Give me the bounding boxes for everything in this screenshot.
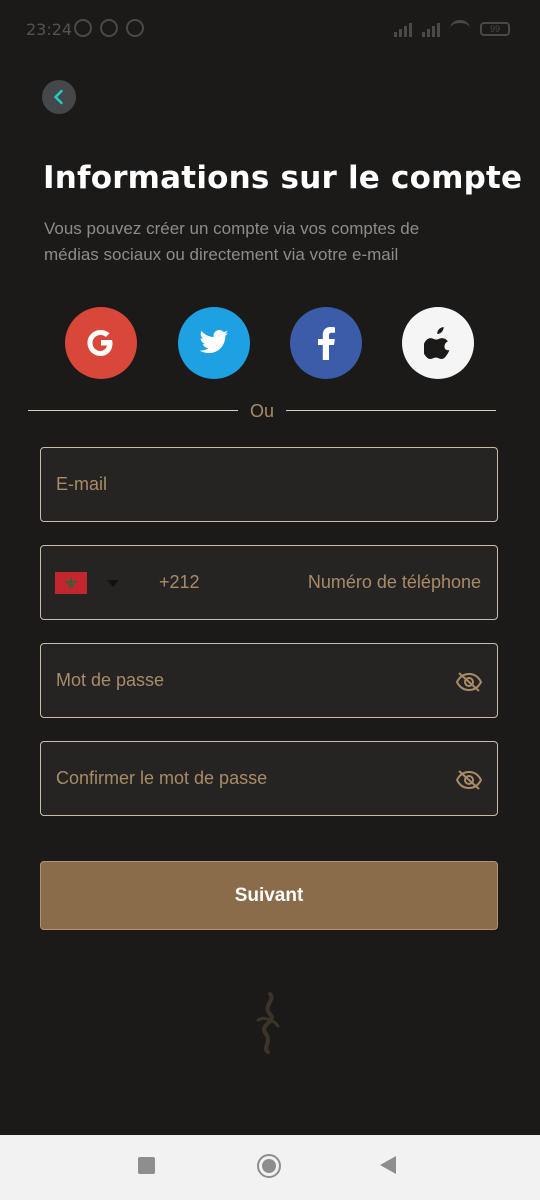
system-icons: 99 [394,20,510,37]
confirm-password-placeholder: Confirmer le mot de passe [56,768,268,788]
confirm-password-field[interactable]: Confirmer le mot de passe [40,741,498,816]
brand-logo-icon [256,992,280,1054]
page-subtitle: Vous pouvez créer un compte via vos comp… [44,219,420,264]
apple-login-button[interactable] [402,307,474,379]
phone-placeholder: Numéro de téléphone [307,572,481,592]
google-login-button[interactable] [65,307,137,379]
system-back-button[interactable] [380,1156,396,1174]
twitter-login-button[interactable] [178,307,250,379]
email-field[interactable]: E-mail [40,447,498,522]
mute-icon [74,19,92,37]
facebook-login-button[interactable] [290,307,362,379]
home-button[interactable] [257,1154,281,1178]
email-placeholder: E-mail [56,474,108,494]
or-label: Ou [249,401,274,421]
back-button[interactable] [42,80,76,114]
country-dropdown-icon[interactable] [107,580,119,587]
status-time: 23:24 [26,20,73,39]
password-field[interactable]: Mot de passe [40,643,498,718]
recent-apps-button[interactable] [138,1157,155,1174]
eye-off-icon[interactable] [455,769,483,791]
status-bar: 23:24 99 [0,0,540,58]
app-icon [126,19,144,37]
signal-icon [394,21,412,37]
chevron-left-icon [54,89,63,105]
alarm-icon [100,19,118,37]
wifi-icon [450,20,470,37]
eye-off-icon[interactable] [455,671,483,693]
dial-code: +212 [159,572,200,592]
divider-line-right [286,410,496,411]
signal-icon-2 [422,21,440,37]
notification-icons [74,19,144,37]
facebook-icon [318,327,335,360]
system-navigation-bar [0,1135,540,1200]
phone-field[interactable]: +212 Numéro de téléphone [40,545,498,620]
apple-icon [424,327,450,359]
password-placeholder: Mot de passe [56,670,165,690]
page-title: Informations sur le compte [43,160,523,196]
or-divider: Ou [28,400,496,424]
twitter-icon [199,330,229,354]
next-button[interactable]: Suivant [40,861,498,930]
morocco-flag-icon[interactable] [55,572,87,594]
star-icon [65,577,77,589]
google-icon [87,330,113,356]
battery-icon: 99 [480,21,510,36]
